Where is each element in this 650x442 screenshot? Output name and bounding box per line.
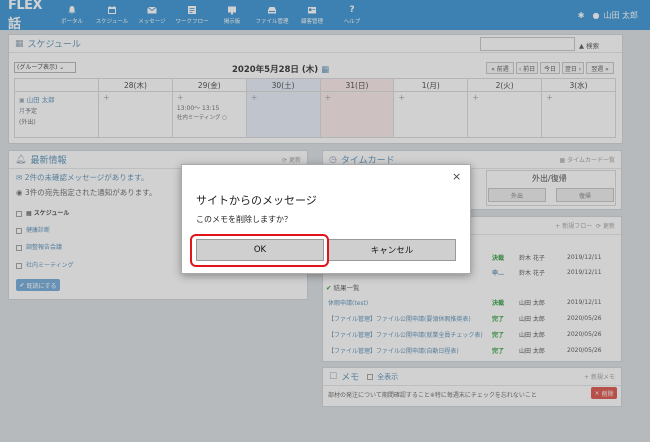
dialog-title: サイトからのメッセージ [196, 194, 317, 207]
dialog-message: このメモを削除しますか？ [196, 215, 292, 224]
close-icon[interactable]: × [452, 171, 461, 182]
ok-highlight-frame [190, 234, 329, 267]
cancel-button[interactable]: キャンセル [328, 239, 456, 261]
